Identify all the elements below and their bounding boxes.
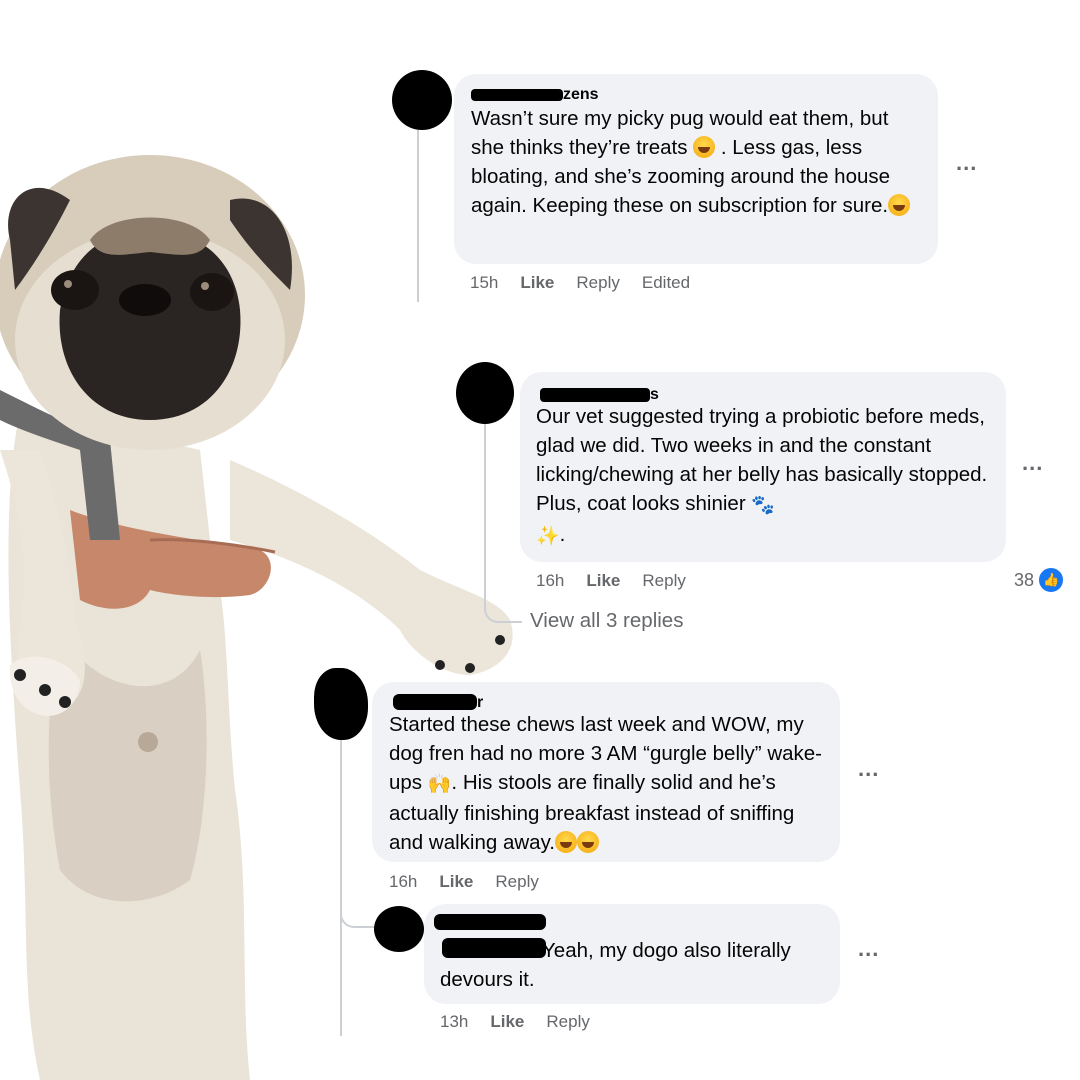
comment-text: Yeah, my dogo also literally devours it. xyxy=(440,939,791,991)
avatar-redacted[interactable] xyxy=(392,70,452,130)
edited-label: Edited xyxy=(641,273,691,292)
laughing-emoji-icon xyxy=(693,136,716,158)
author-redaction xyxy=(540,388,650,402)
comment-text: Our vet suggested trying a probiotic bef… xyxy=(536,402,990,551)
avatar-redacted[interactable] xyxy=(374,906,424,952)
thread-line xyxy=(484,424,486,604)
comment-time[interactable]: 15h xyxy=(470,273,498,293)
like-button[interactable]: Like xyxy=(586,571,620,591)
reply-bubble: Yeah, my dogo also literally devours it. xyxy=(424,904,840,1004)
more-options-icon[interactable]: ... xyxy=(956,150,977,176)
sparkles-emoji-icon: ✨ xyxy=(536,526,560,547)
comment-actions: 15h Like Reply Edited xyxy=(470,273,690,293)
more-options-icon[interactable]: ... xyxy=(858,936,879,962)
like-button[interactable]: Like xyxy=(490,1012,524,1032)
thread-line xyxy=(340,740,342,1036)
comment-author[interactable]: s xyxy=(650,386,659,404)
avatar-redacted[interactable] xyxy=(456,362,514,424)
raising-hands-emoji-icon: 🙌 xyxy=(427,774,452,795)
author-redaction xyxy=(434,914,546,930)
more-options-icon[interactable]: ... xyxy=(858,756,879,782)
comment-time[interactable]: 16h xyxy=(389,872,417,892)
thumbs-up-icon: 👍 xyxy=(1037,566,1066,594)
author-redaction xyxy=(471,89,563,101)
comment-time[interactable]: 13h xyxy=(440,1012,468,1032)
view-replies-link[interactable]: View all 3 replies xyxy=(530,609,683,633)
reply-button[interactable]: Reply xyxy=(642,571,685,591)
comment-bubble: s Our vet suggested trying a probiotic b… xyxy=(520,372,1006,562)
comment-actions: 16h Like Reply xyxy=(389,872,539,892)
avatar-redacted[interactable] xyxy=(314,668,368,740)
reply-button[interactable]: Reply xyxy=(546,1012,589,1032)
comment-text: Wasn’t sure my picky pug would eat them,… xyxy=(471,104,922,220)
comment-time[interactable]: 16h xyxy=(536,571,564,591)
grinning-squint-emoji-icon xyxy=(888,194,911,216)
reaction-count[interactable]: 38 👍 xyxy=(1014,566,1066,594)
thread-branch xyxy=(484,595,522,623)
like-button[interactable]: Like xyxy=(439,872,473,892)
grinning-squint-emoji-icon xyxy=(577,831,599,853)
thread-branch xyxy=(340,900,376,928)
reply-button[interactable]: Reply xyxy=(495,872,538,892)
more-options-icon[interactable]: ... xyxy=(1022,450,1043,476)
comment-bubble: r Started these chews last week and WOW,… xyxy=(372,682,840,862)
reply-button[interactable]: Reply xyxy=(576,273,619,293)
comment-actions: 16h Like Reply xyxy=(536,571,686,591)
comment-bubble: zens Wasn’t sure my picky pug would eat … xyxy=(454,74,938,264)
comment-author[interactable]: r xyxy=(477,694,483,712)
paw-prints-emoji-icon: 🐾 xyxy=(751,495,776,516)
thread-line xyxy=(417,130,419,302)
author-redaction xyxy=(393,694,477,710)
grinning-squint-emoji-icon xyxy=(555,831,577,853)
comment-text: Started these chews last week and WOW, m… xyxy=(389,713,823,854)
like-button[interactable]: Like xyxy=(520,273,554,293)
comment-author[interactable]: zens xyxy=(563,86,599,104)
comment-actions: 13h Like Reply xyxy=(440,1012,590,1032)
